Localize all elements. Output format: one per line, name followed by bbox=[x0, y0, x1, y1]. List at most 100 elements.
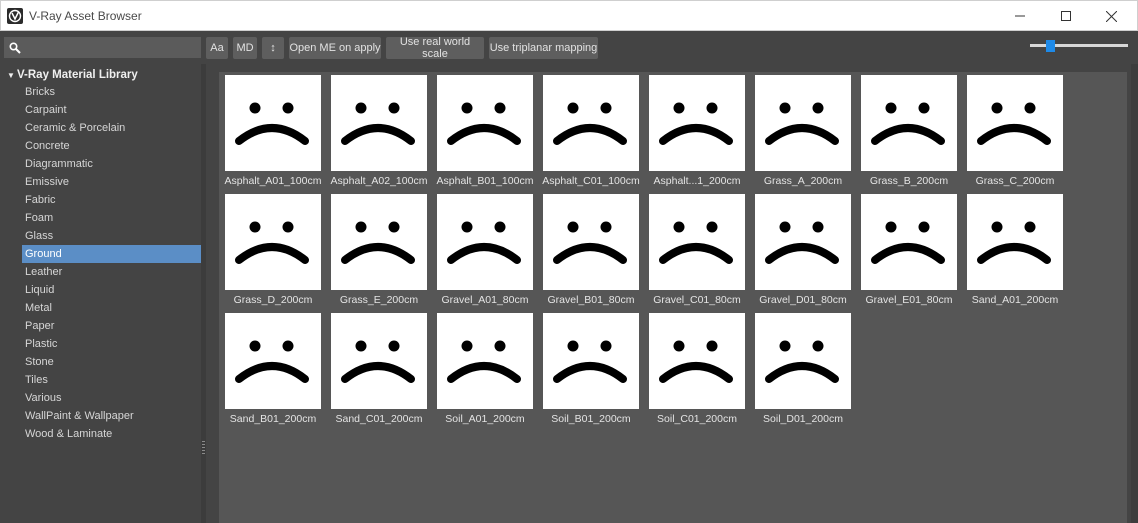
thumbnail-size-slider[interactable] bbox=[1030, 44, 1128, 47]
sidebar-item-wood-laminate[interactable]: Wood & Laminate bbox=[22, 425, 201, 443]
sidebar-item-ground[interactable]: Ground bbox=[22, 245, 201, 263]
asset-thumbnail[interactable] bbox=[331, 194, 427, 290]
asset-thumbnail[interactable] bbox=[755, 75, 851, 171]
asset-thumbnail[interactable] bbox=[543, 313, 639, 409]
sad-face-icon bbox=[553, 340, 627, 383]
splitter-grip[interactable] bbox=[202, 441, 205, 455]
asset-label: Sand_C01_200cm bbox=[335, 413, 423, 425]
sad-face-icon bbox=[553, 102, 627, 145]
use-triplanar-mapping-button[interactable]: Use triplanar mapping bbox=[489, 37, 598, 59]
sidebar-item-diagrammatic[interactable]: Diagrammatic bbox=[22, 155, 201, 173]
sad-face-icon bbox=[659, 221, 733, 264]
sad-face-icon bbox=[235, 102, 309, 145]
asset-thumbnail[interactable] bbox=[331, 75, 427, 171]
asset-thumbnail[interactable] bbox=[331, 313, 427, 409]
sad-face-icon bbox=[977, 221, 1051, 264]
sidebar-item-fabric[interactable]: Fabric bbox=[22, 191, 201, 209]
maximize-button[interactable] bbox=[1043, 1, 1089, 31]
asset-thumbnail[interactable] bbox=[649, 313, 745, 409]
asset-label: Soil_D01_200cm bbox=[763, 413, 843, 425]
sidebar-item-leather[interactable]: Leather bbox=[22, 263, 201, 281]
asset-thumbnail[interactable] bbox=[543, 75, 639, 171]
sad-face-icon bbox=[765, 221, 839, 264]
asset-thumbnail[interactable] bbox=[437, 75, 533, 171]
asset-thumbnail[interactable] bbox=[755, 194, 851, 290]
asset-thumbnail[interactable] bbox=[225, 75, 321, 171]
asset-thumbnail[interactable] bbox=[649, 75, 745, 171]
sad-face-icon bbox=[659, 340, 733, 383]
asset-label: Sand_A01_200cm bbox=[971, 294, 1059, 306]
sad-face-icon bbox=[235, 340, 309, 383]
window-title: V-Ray Asset Browser bbox=[29, 9, 142, 23]
sad-face-icon bbox=[871, 102, 945, 145]
sidebar-item-glass[interactable]: Glass bbox=[22, 227, 201, 245]
asset-thumbnail[interactable] bbox=[437, 194, 533, 290]
sidebar-item-foam[interactable]: Foam bbox=[22, 209, 201, 227]
asset-thumbnail[interactable] bbox=[543, 194, 639, 290]
asset-label: Soil_C01_200cm bbox=[657, 413, 737, 425]
sidebar-item-tiles[interactable]: Tiles bbox=[22, 371, 201, 389]
match-case-button[interactable]: Aa bbox=[206, 37, 228, 59]
title-bar: V-Ray Asset Browser bbox=[0, 0, 1138, 31]
asset-thumbnail[interactable] bbox=[437, 313, 533, 409]
asset-label: Gravel_E01_80cm bbox=[865, 294, 953, 306]
library-header[interactable]: ▼ V-Ray Material Library bbox=[4, 66, 201, 84]
asset-thumbnail[interactable] bbox=[755, 313, 851, 409]
triangle-down-icon[interactable]: ▼ bbox=[5, 71, 17, 80]
sad-face-icon bbox=[447, 340, 521, 383]
asset-label: Asphalt...1_200cm bbox=[653, 175, 741, 187]
minimize-button[interactable] bbox=[997, 1, 1043, 31]
sidebar-item-wallpaint-wallpaper[interactable]: WallPaint & Wallpaper bbox=[22, 407, 201, 425]
asset-thumbnail[interactable] bbox=[649, 194, 745, 290]
sidebar-item-paper[interactable]: Paper bbox=[22, 317, 201, 335]
asset-label: Gravel_A01_80cm bbox=[441, 294, 529, 306]
toolbar: Aa MD ↕ Open ME on apply Use real world … bbox=[0, 31, 1138, 64]
asset-label: Asphalt_A01_100cm bbox=[224, 175, 322, 187]
search-input[interactable] bbox=[4, 37, 201, 58]
sad-face-icon bbox=[659, 102, 733, 145]
sad-face-icon bbox=[871, 221, 945, 264]
thumbnail-size-slider-handle[interactable] bbox=[1046, 40, 1056, 52]
sad-face-icon bbox=[977, 102, 1051, 145]
asset-label: Soil_A01_200cm bbox=[445, 413, 525, 425]
asset-label: Gravel_D01_80cm bbox=[759, 294, 847, 306]
sidebar-item-liquid[interactable]: Liquid bbox=[22, 281, 201, 299]
sort-button[interactable]: ↕ bbox=[262, 37, 284, 59]
sidebar-item-emissive[interactable]: Emissive bbox=[22, 173, 201, 191]
sad-face-icon bbox=[235, 221, 309, 264]
asset-label: Asphalt_A02_100cm bbox=[330, 175, 428, 187]
asset-thumbnail[interactable] bbox=[861, 194, 957, 290]
sidebar-item-ceramic-porcelain[interactable]: Ceramic & Porcelain bbox=[22, 119, 201, 137]
sidebar-item-various[interactable]: Various bbox=[22, 389, 201, 407]
asset-label: Grass_B_200cm bbox=[869, 175, 949, 187]
sidebar-item-plastic[interactable]: Plastic bbox=[22, 335, 201, 353]
asset-label: Asphalt_B01_100cm bbox=[436, 175, 534, 187]
close-icon bbox=[1105, 10, 1117, 22]
md-button[interactable]: MD bbox=[233, 37, 257, 59]
asset-thumbnail[interactable] bbox=[861, 75, 957, 171]
close-button[interactable] bbox=[1088, 1, 1134, 31]
use-real-world-scale-button[interactable]: Use real world scale bbox=[386, 36, 484, 60]
sad-face-icon bbox=[553, 221, 627, 264]
sad-face-icon bbox=[341, 340, 415, 383]
sad-face-icon bbox=[341, 221, 415, 264]
library-title: V-Ray Material Library bbox=[17, 69, 138, 81]
sidebar-item-bricks[interactable]: Bricks bbox=[22, 83, 201, 101]
sidebar-item-metal[interactable]: Metal bbox=[22, 299, 201, 317]
sad-face-icon bbox=[765, 340, 839, 383]
minimize-icon bbox=[1015, 15, 1025, 17]
sidebar-item-concrete[interactable]: Concrete bbox=[22, 137, 201, 155]
asset-grid-panel: Asphalt_A01_100cm Asphalt_A02_100cm Asphal… bbox=[207, 64, 1131, 523]
asset-thumbnail[interactable] bbox=[967, 75, 1063, 171]
vertical-scrollbar[interactable] bbox=[1131, 64, 1138, 523]
asset-label: Gravel_B01_80cm bbox=[547, 294, 635, 306]
asset-thumbnail[interactable] bbox=[967, 194, 1063, 290]
asset-label: Grass_E_200cm bbox=[339, 294, 419, 306]
sad-face-icon bbox=[341, 102, 415, 145]
asset-thumbnail[interactable] bbox=[225, 313, 321, 409]
asset-thumbnail[interactable] bbox=[225, 194, 321, 290]
open-me-on-apply-button[interactable]: Open ME on apply bbox=[289, 37, 381, 59]
sidebar-item-stone[interactable]: Stone bbox=[22, 353, 201, 371]
sad-face-icon bbox=[447, 221, 521, 264]
sidebar-item-carpaint[interactable]: Carpaint bbox=[22, 101, 201, 119]
